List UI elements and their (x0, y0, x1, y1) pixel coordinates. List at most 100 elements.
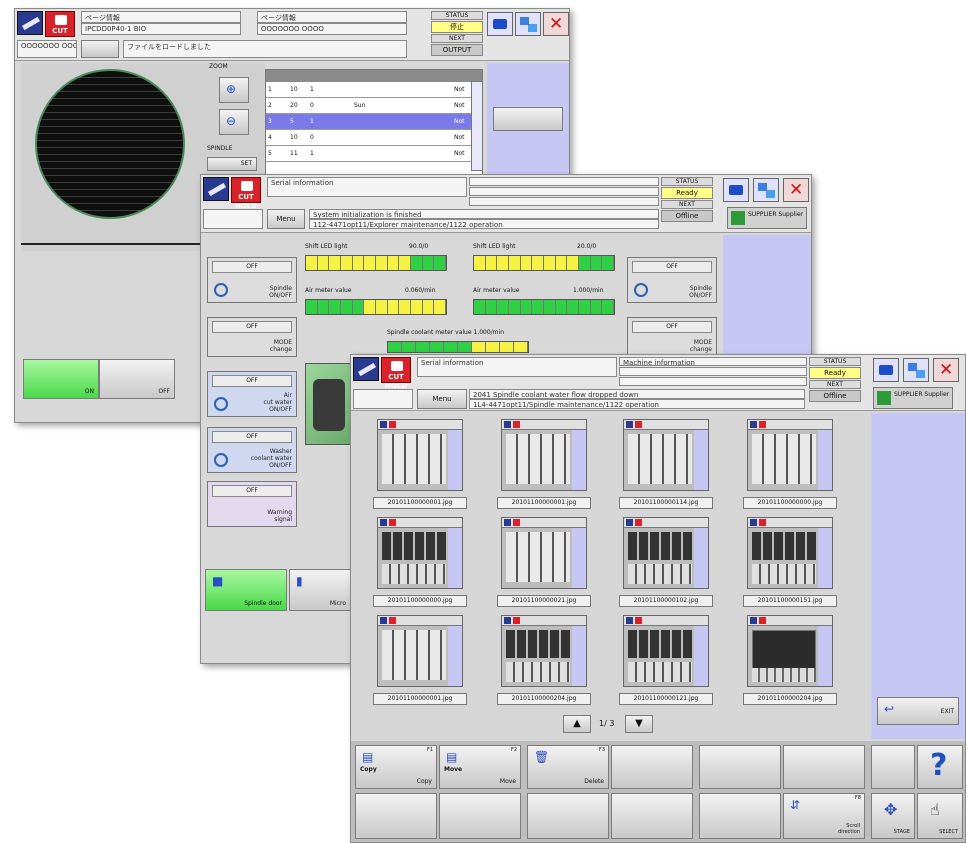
header: CUT HOLD Serial information Menu System … (201, 175, 811, 233)
close-icon[interactable] (783, 178, 809, 202)
stage-button[interactable]: ✥ STAGE (871, 793, 915, 839)
menu-button[interactable]: Menu (417, 389, 467, 409)
status-box: STATUS Ready NEXT Offline (661, 177, 713, 222)
close-icon[interactable] (543, 12, 569, 36)
scrollbar[interactable] (471, 81, 483, 171)
message-field: 112-4471opt11/Explorer maintenance/1122 … (309, 219, 659, 229)
coolant-toggle[interactable]: OFF Washer coolant water ON/OFF (207, 427, 297, 473)
page-up-button[interactable]: ▲ (563, 715, 591, 733)
offline-indicator: Offline (661, 210, 713, 222)
supplier-button[interactable]: SUPPLIER Supplier (727, 207, 807, 229)
function-button[interactable] (783, 745, 865, 789)
thumbnail[interactable]: 20101100000114.jpg (619, 419, 713, 509)
zoom-out-button[interactable]: ⊖ (219, 109, 249, 135)
cut-hold-icon: CUT HOLD (231, 177, 261, 210)
page-down-button[interactable]: ▼ (625, 715, 653, 733)
serial-field: Serial information (267, 177, 467, 197)
mode-change[interactable]: OFF MODE change (627, 317, 717, 357)
app-logo-icon (353, 357, 379, 381)
move-button[interactable]: F2 ▤ Move Move (439, 745, 521, 789)
micro-button[interactable]: ▮ Micro (289, 569, 351, 611)
machine-field (619, 367, 807, 376)
id-field (203, 209, 263, 229)
function-button[interactable] (871, 745, 915, 789)
micro-icon: ▮ (296, 574, 303, 588)
thumbnail[interactable]: 20101100000204.jpg (497, 615, 591, 705)
set-button[interactable]: SET (207, 157, 257, 171)
gauge-value: 0.060/min (405, 287, 436, 294)
scroll-direction-button[interactable]: F8 ⇵ Scroll direction (783, 793, 865, 839)
table-row[interactable]: 1 10 1 Not (266, 82, 482, 98)
info-field: IPCDD0P40-1 BIO (81, 23, 241, 35)
close-icon[interactable] (933, 358, 959, 382)
mode-change[interactable]: OFF MODE change (207, 317, 297, 357)
camera-icon[interactable] (487, 12, 513, 36)
thumbnail[interactable]: 20101100000151.jpg (743, 517, 837, 607)
zoom-in-icon: ⊕ (226, 82, 237, 96)
thumbnail[interactable]: 20101100000204.jpg (743, 615, 837, 705)
zoom-out-icon: ⊖ (226, 114, 237, 128)
function-button[interactable] (699, 745, 781, 789)
page-indicator: 1/ 3 (599, 719, 615, 728)
gauge-label: Spindle coolant meter value 1.000/min (387, 329, 504, 336)
spindle-toggle[interactable]: OFF Spindle ON/OFF (207, 257, 297, 303)
gauge-value: 1.000/min (573, 287, 604, 294)
spindle-door-button[interactable]: ■ Spindle door (205, 569, 287, 611)
exit-button[interactable]: ↩ EXIT (877, 697, 959, 725)
table-row[interactable]: 5 11 1 Not (266, 146, 482, 162)
network-icon[interactable] (753, 178, 779, 202)
supplier-button[interactable]: SUPPLIER Supplier (873, 387, 953, 409)
thumbnail[interactable]: 20101100000102.jpg (619, 517, 713, 607)
copy-button[interactable]: F1 ▤ Copy Copy (355, 745, 437, 789)
pan-icon: ✥ (884, 800, 898, 819)
camera-icon[interactable] (873, 358, 899, 382)
menu-button[interactable]: Menu (267, 209, 305, 229)
select-icon: ☝ (930, 800, 940, 819)
menu-button[interactable] (81, 40, 119, 58)
machine-field (469, 187, 659, 196)
function-button[interactable] (611, 793, 693, 839)
spindle-toggle[interactable]: OFF Spindle ON/OFF (627, 257, 717, 303)
air-toggle[interactable]: OFF Air cut water ON/OFF (207, 371, 297, 417)
message-field: ファイルをロードしました (123, 40, 407, 58)
thumbnail[interactable]: 20101100000001.jpg (497, 419, 591, 509)
next-button[interactable] (493, 107, 563, 131)
camera-icon[interactable] (723, 178, 749, 202)
info-field: ページ情報 (257, 11, 407, 23)
app-logo-icon (203, 177, 229, 201)
id-field: OOOOOOO OOOO (17, 40, 77, 58)
thumbnail[interactable]: 20101100000121.jpg (619, 615, 713, 705)
select-button[interactable]: ☝ SELECT (917, 793, 963, 839)
function-button[interactable] (439, 793, 521, 839)
arrow-up-icon: ▲ (573, 718, 581, 729)
thumbnail[interactable]: 20101100000001.jpg (373, 615, 467, 705)
thumbnail[interactable]: 20101100000000.jpg (743, 419, 837, 509)
id-field (353, 389, 413, 409)
air-icon (214, 397, 228, 411)
function-button[interactable] (527, 793, 609, 839)
thumbnail[interactable]: 20101100000001.jpg (373, 419, 467, 509)
thumbnail[interactable]: 20101100000000.jpg (373, 517, 467, 607)
help-button[interactable]: ? (917, 745, 963, 789)
thumbnail[interactable]: 20101100000021.jpg (497, 517, 591, 607)
table-row-selected[interactable]: 3 5 1 Not (266, 114, 482, 130)
function-button[interactable] (355, 793, 437, 839)
zoom-in-button[interactable]: ⊕ (219, 77, 249, 103)
table-row[interactable]: 2 20 0 Sun Not (266, 98, 482, 114)
return-icon: ↩ (884, 702, 895, 716)
function-button[interactable] (699, 793, 781, 839)
warning-toggle[interactable]: OFF Warning signal (207, 481, 297, 527)
copy-icon: ▤ (362, 750, 374, 764)
function-button[interactable] (611, 745, 693, 789)
machine-shape (313, 379, 345, 431)
on-button[interactable]: ON (23, 359, 99, 399)
network-icon[interactable] (515, 12, 541, 36)
gauge-label: Air meter value (473, 287, 520, 294)
scope-circle (35, 69, 185, 219)
output-button[interactable]: OUTPUT (431, 44, 483, 56)
network-icon[interactable] (903, 358, 929, 382)
delete-button[interactable]: F3 🗑 Delete (527, 745, 609, 789)
table-row[interactable]: 4 10 0 Not (266, 130, 482, 146)
off-button[interactable]: OFF (99, 359, 175, 399)
info-field: OOOOOOO OOOO (257, 23, 407, 35)
